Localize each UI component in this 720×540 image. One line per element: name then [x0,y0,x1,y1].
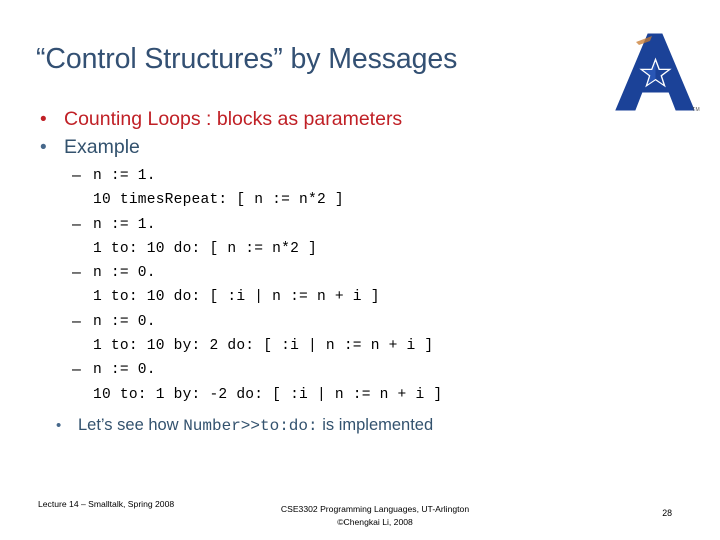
code-block: n := 0. 10 to: 1 by: -2 do: [ :i | n := n… [93,358,442,407]
page-number: 28 [662,508,672,518]
dash-marker-icon: – [72,215,81,233]
code-example-item: – n := 0. 1 to: 10 by: 2 do: [ :i | n := … [72,310,720,359]
bullet-text: Example [64,136,140,158]
closing-code-selector: Number>>to:do: [183,416,318,435]
dash-marker-icon: – [72,264,81,282]
closing-text: Let’s see how Number>>to:do: is implemen… [78,416,433,436]
code-line: n := 0. [93,362,156,379]
bullet-example: • Example [0,136,720,159]
code-example-item: – n := 1. 10 timesRepeat: [ n := n*2 ] [72,164,720,213]
code-block: n := 0. 1 to: 10 do: [ :i | n := n + i ] [93,261,380,310]
code-block: n := 0. 1 to: 10 by: 2 do: [ :i | n := n … [93,310,433,359]
code-line: 1 to: 10 do: [ n := n*2 ] [93,240,317,257]
dash-marker-icon: – [72,167,81,184]
bullet-marker-icon: • [40,109,47,130]
footer-course-info: CSE3302 Programming Languages, UT-Arling… [230,503,520,529]
logo-a-star-icon [615,33,695,111]
code-line: n := 1. [93,168,156,184]
code-line: n := 1. [93,216,156,233]
footer-course-line: CSE3302 Programming Languages, UT-Arling… [280,504,470,514]
code-example-item: – n := 0. 10 to: 1 by: -2 do: [ :i | n :=… [72,358,720,407]
title-row: “Control Structures” by Messages [36,43,696,104]
closing-prefix: Let’s see how [78,415,184,434]
dash-marker-icon: – [72,312,81,330]
footer-lecture-info: Lecture 14 – Smalltalk, Spring 2008 [38,499,175,509]
code-line: 1 to: 10 by: 2 do: [ :i | n := n + i ] [93,338,434,355]
bullet-closing-note: • Let’s see how Number>>to:do: is implem… [0,416,720,436]
bullet-counting-loops: • Counting Loops : blocks as parameters [0,108,720,131]
code-line: 10 timesRepeat: [ n := n*2 ] [93,192,344,209]
code-example-item: – n := 0. 1 to: 10 do: [ :i | n := n + i … [72,261,720,310]
code-block: n := 1. 10 timesRepeat: [ n := n*2 ] [93,164,344,213]
code-block: n := 1. 1 to: 10 do: [ n := n*2 ] [93,213,317,262]
bullet-marker-icon: • [40,137,47,158]
code-line: n := 0. [93,265,156,282]
slide-body: • Counting Loops : blocks as parameters … [0,108,720,436]
page-title: “Control Structures” by Messages [36,43,458,75]
dash-marker-icon: – [72,361,81,379]
code-line: 10 to: 1 by: -2 do: [ :i | n := n + i ] [93,386,443,403]
code-line: 1 to: 10 do: [ :i | n := n + i ] [93,289,380,306]
ut-arlington-logo: TM [606,32,702,114]
slide-footer: Lecture 14 – Smalltalk, Spring 2008 CSE3… [0,492,720,540]
closing-suffix: is implemented [317,415,434,434]
footer-copyright-line: ©Chengkai Li, 2008 [337,516,413,527]
code-line: n := 0. [93,313,156,330]
code-examples-list: – n := 1. 10 timesRepeat: [ n := n*2 ] – … [0,164,720,407]
bullet-marker-icon: • [56,416,62,434]
bullet-text: Counting Loops : blocks as parameters [64,108,403,130]
slide: “Control Structures” by Messages TM • Co… [0,0,720,540]
code-example-item: – n := 1. 1 to: 10 do: [ n := n*2 ] [72,213,720,262]
